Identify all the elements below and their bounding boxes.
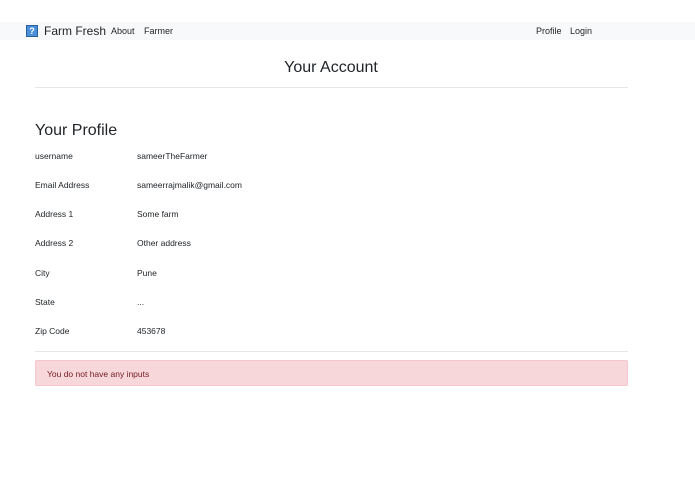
profile-row-address2: Address 2 Other address xyxy=(35,238,628,250)
profile-row-city: City Pune xyxy=(35,268,628,280)
field-label: Zip Code xyxy=(35,326,70,336)
field-value: ... xyxy=(137,297,145,307)
field-label: Address 2 xyxy=(35,238,74,248)
field-value: Pune xyxy=(137,268,157,278)
title-divider xyxy=(35,87,628,88)
navbar: ? Farm Fresh About Farmer Profile Login xyxy=(0,22,695,40)
field-label: City xyxy=(35,268,50,278)
field-label: Email Address xyxy=(35,180,90,190)
nav-link-profile[interactable]: Profile xyxy=(536,26,562,36)
no-inputs-alert: You do not have any inputs xyxy=(35,360,628,386)
brand-logo-icon: ? xyxy=(26,25,38,37)
brand-link[interactable]: ? Farm Fresh xyxy=(26,23,106,39)
field-label: State xyxy=(35,297,55,307)
profile-row-state: State ... xyxy=(35,297,628,309)
profile-row-zip: Zip Code 453678 xyxy=(35,326,628,338)
profile-heading: Your Profile xyxy=(35,122,118,139)
field-label: Address 1 xyxy=(35,209,74,219)
brand-text: Farm Fresh xyxy=(44,24,107,38)
field-value: Some farm xyxy=(137,209,179,219)
profile-row-email: Email Address sameerrajmalik@gmail.com xyxy=(35,180,628,192)
nav-link-login[interactable]: Login xyxy=(570,26,592,36)
field-value: 453678 xyxy=(137,326,166,336)
profile-row-address1: Address 1 Some farm xyxy=(35,209,628,221)
field-label: username xyxy=(35,151,73,161)
profile-divider xyxy=(35,351,628,352)
field-value: sameerrajmalik@gmail.com xyxy=(137,180,242,190)
profile-row-username: username sameerTheFarmer xyxy=(35,151,628,163)
field-value: Other address xyxy=(137,238,191,248)
field-value: sameerTheFarmer xyxy=(137,151,208,161)
page-title: Your Account xyxy=(284,59,378,76)
nav-link-about[interactable]: About xyxy=(111,26,135,36)
nav-link-farmer[interactable]: Farmer xyxy=(144,26,173,36)
